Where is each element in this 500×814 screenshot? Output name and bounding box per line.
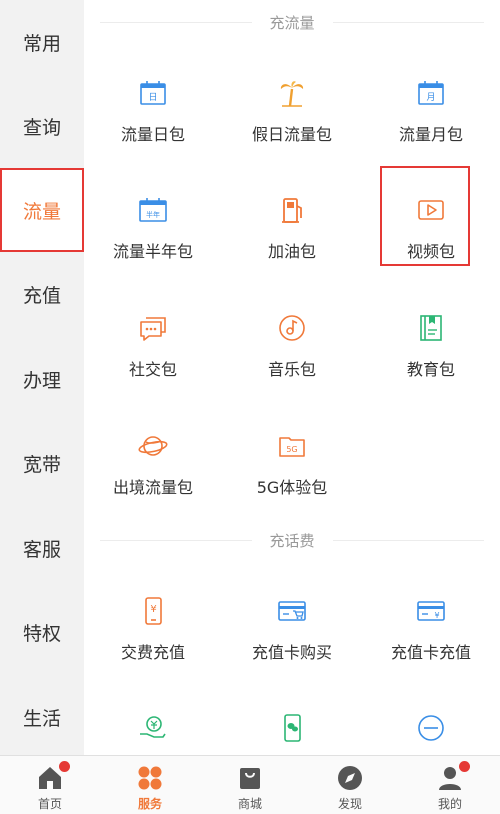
grid-item-label: 流量半年包 bbox=[112, 242, 193, 261]
grid-item-partial-2[interactable] bbox=[223, 706, 361, 755]
book-icon bbox=[415, 312, 447, 344]
bottom-tab-bar: 首页 服务 商城 发现 我的 bbox=[0, 755, 500, 814]
grid-item-pay-recharge[interactable]: ¥ 交费充值 bbox=[84, 589, 222, 679]
grid-item-daily-pack[interactable]: 日 流量日包 bbox=[84, 71, 222, 161]
svg-text:¥: ¥ bbox=[434, 611, 439, 620]
sidebar-item-privilege[interactable]: 特权 bbox=[0, 590, 84, 674]
notification-badge bbox=[459, 761, 470, 772]
tab-label: 首页 bbox=[37, 797, 62, 811]
grid-item-label: 5G体验包 bbox=[256, 478, 328, 497]
section-title: 充流量 bbox=[269, 13, 315, 32]
sidebar-item-query[interactable]: 查询 bbox=[0, 84, 84, 168]
svg-text:日: 日 bbox=[148, 92, 157, 103]
minus-circle-icon bbox=[415, 712, 447, 744]
grid-item-card-recharge[interactable]: ¥ 充值卡充值 bbox=[362, 589, 500, 679]
user-icon bbox=[436, 761, 470, 792]
grid-item-partial-3[interactable] bbox=[362, 706, 500, 755]
video-pack-highlight bbox=[380, 166, 470, 266]
service-content: 充流量 日 流量日包 假日流量包 月 流量月包 半年 流量半年包 加油包 视频包… bbox=[84, 0, 500, 755]
sidebar-item-recharge[interactable]: 充值 bbox=[0, 252, 84, 336]
grid-item-label: 加油包 bbox=[267, 242, 316, 261]
services-grid-icon bbox=[136, 764, 164, 792]
sidebar-item-handle[interactable]: 办理 bbox=[0, 337, 84, 421]
grid-item-label: 出境流量包 bbox=[112, 478, 193, 497]
grid-item-music-pack[interactable]: 音乐包 bbox=[223, 306, 361, 396]
section-header-flow: 充流量 bbox=[100, 12, 485, 32]
tab-label: 我的 bbox=[437, 797, 462, 811]
compass-icon bbox=[336, 764, 364, 792]
grid-item-label: 流量日包 bbox=[120, 125, 185, 144]
grid-item-label: 流量月包 bbox=[398, 125, 463, 144]
grid-item-label: 充值卡充值 bbox=[390, 643, 471, 662]
tab-label: 商城 bbox=[237, 797, 262, 811]
chat-bubble-icon bbox=[137, 312, 169, 344]
section-title: 充话费 bbox=[269, 531, 315, 550]
music-disc-icon bbox=[276, 312, 308, 344]
svg-text:5G: 5G bbox=[286, 445, 297, 454]
svg-text:¥: ¥ bbox=[150, 604, 156, 615]
phone-yen-icon: ¥ bbox=[137, 595, 169, 627]
grid-item-education-pack[interactable]: 教育包 bbox=[362, 306, 500, 396]
category-sidebar: 常用 查询 流量 充值 办理 宽带 客服 特权 生活 bbox=[0, 0, 84, 755]
notification-badge bbox=[59, 761, 70, 772]
grid-item-label: 交费充值 bbox=[120, 643, 185, 662]
svg-text:半年: 半年 bbox=[146, 210, 160, 219]
grid-item-monthly-pack[interactable]: 月 流量月包 bbox=[362, 71, 500, 161]
grid-item-label: 教育包 bbox=[406, 360, 455, 379]
calendar-halfyear-icon: 半年 bbox=[137, 194, 169, 226]
grid-item-social-pack[interactable]: 社交包 bbox=[84, 306, 222, 396]
grid-item-label: 社交包 bbox=[128, 360, 177, 379]
shopping-bag-icon bbox=[236, 764, 264, 792]
sidebar-item-broadband[interactable]: 宽带 bbox=[0, 421, 84, 505]
tab-label: 发现 bbox=[337, 797, 362, 811]
tab-mall[interactable]: 商城 bbox=[200, 756, 300, 814]
fuel-pump-icon bbox=[276, 194, 308, 226]
home-icon bbox=[36, 761, 70, 792]
grid-item-roaming-pack[interactable]: 出境流量包 bbox=[84, 424, 222, 514]
grid-item-label: 假日流量包 bbox=[251, 125, 332, 144]
folder-5g-icon: 5G bbox=[276, 430, 308, 462]
grid-item-halfyear-pack[interactable]: 半年 流量半年包 bbox=[84, 188, 222, 278]
svg-text:月: 月 bbox=[426, 92, 435, 103]
sidebar-item-common[interactable]: 常用 bbox=[0, 0, 84, 84]
card-cart-icon bbox=[276, 595, 308, 627]
tab-mine[interactable]: 我的 bbox=[400, 756, 500, 814]
tab-services[interactable]: 服务 bbox=[100, 756, 200, 814]
grid-item-buy-card[interactable]: 充值卡购买 bbox=[223, 589, 361, 679]
grid-item-label: 音乐包 bbox=[267, 360, 316, 379]
section-header-fee: 充话费 bbox=[100, 530, 485, 550]
phone-wechat-icon bbox=[276, 712, 308, 744]
grid-item-holiday-pack[interactable]: 假日流量包 bbox=[223, 71, 361, 161]
hand-yen-icon bbox=[137, 712, 169, 744]
grid-item-label: 充值卡购买 bbox=[251, 643, 332, 662]
tab-discover[interactable]: 发现 bbox=[300, 756, 400, 814]
sidebar-item-service[interactable]: 客服 bbox=[0, 506, 84, 590]
tab-label: 服务 bbox=[137, 797, 162, 811]
grid-item-partial-1[interactable] bbox=[84, 706, 222, 755]
card-yen-icon: ¥ bbox=[415, 595, 447, 627]
tab-home[interactable]: 首页 bbox=[0, 756, 100, 814]
grid-item-5g-pack[interactable]: 5G 5G体验包 bbox=[223, 424, 361, 514]
calendar-day-icon: 日 bbox=[137, 77, 169, 109]
sidebar-item-traffic[interactable]: 流量 bbox=[0, 168, 84, 252]
calendar-month-icon: 月 bbox=[415, 77, 447, 109]
sidebar-item-life[interactable]: 生活 bbox=[0, 675, 84, 759]
palm-tree-icon bbox=[276, 77, 308, 109]
planet-icon bbox=[137, 430, 169, 462]
grid-item-boost-pack[interactable]: 加油包 bbox=[223, 188, 361, 278]
